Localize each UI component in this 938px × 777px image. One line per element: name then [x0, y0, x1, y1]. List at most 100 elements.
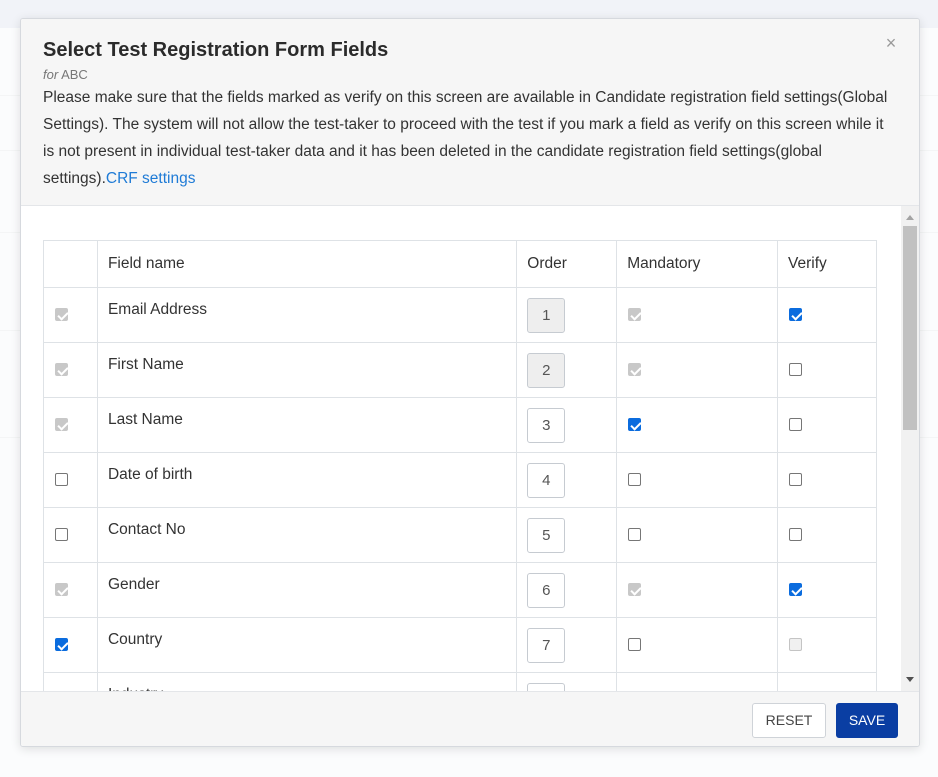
modal-description: Please make sure that the fields marked … [43, 84, 899, 192]
order-input[interactable]: 5 [527, 517, 566, 553]
mandatory-cell [616, 507, 779, 563]
order-input[interactable]: 8 [527, 682, 566, 691]
select-cell [43, 672, 98, 691]
select-checkbox [55, 308, 68, 322]
verify-checkbox[interactable] [789, 418, 803, 432]
order-input[interactable]: 6 [527, 572, 566, 608]
registration-fields-modal: Select Test Registration Form Fields × f… [20, 18, 920, 747]
field-name-cell: Date of birth [96, 452, 518, 508]
field-name-cell: Gender [96, 562, 518, 618]
select-cell [43, 287, 98, 343]
verify-checkbox[interactable] [789, 363, 803, 377]
header-verify: Verify [777, 240, 877, 288]
header-order: Order [516, 240, 618, 288]
scrollbar-thumb[interactable] [903, 226, 917, 430]
field-name: Email Address [107, 301, 208, 318]
mandatory-cell [616, 452, 779, 508]
modal-subtitle: for ABC [43, 67, 899, 83]
field-name: Contact No [107, 521, 186, 538]
select-cell [43, 342, 98, 398]
save-button[interactable]: SAVE [836, 703, 898, 738]
field-name-cell: Industry [96, 672, 518, 691]
field-name-cell: Email Address [96, 287, 518, 343]
mandatory-checkbox [628, 363, 642, 377]
mandatory-checkbox[interactable] [628, 418, 642, 432]
order-cell: 6 [516, 562, 618, 618]
order-input[interactable]: 7 [527, 627, 566, 663]
select-checkbox [55, 363, 68, 377]
table-row: Country 7 [43, 617, 877, 673]
modal-footer: RESET SAVE [21, 691, 919, 746]
order-cell: 5 [516, 507, 618, 563]
order-input: 2 [527, 352, 566, 388]
select-checkbox [55, 418, 68, 432]
modal-title: Select Test Registration Form Fields [43, 39, 389, 61]
field-name: Country [107, 631, 163, 648]
table-row: Email Address 1 [43, 287, 877, 343]
subtitle-name: ABC [61, 67, 88, 82]
field-name: Last Name [107, 411, 183, 428]
select-cell [43, 397, 98, 453]
table-row: Gender 6 [43, 562, 877, 618]
order-input[interactable]: 4 [527, 462, 566, 498]
select-checkbox[interactable] [55, 473, 68, 487]
select-checkbox[interactable] [55, 528, 68, 542]
table-header-row: Field name Order Mandatory Verify [43, 240, 877, 288]
table-row: First Name 2 [43, 342, 877, 398]
mandatory-cell [616, 672, 779, 691]
field-name-cell: Last Name [96, 397, 518, 453]
verify-checkbox[interactable] [789, 308, 803, 322]
header-field-name: Field name [96, 240, 518, 288]
mandatory-cell [616, 562, 779, 618]
close-icon[interactable]: × [883, 33, 899, 53]
order-cell: 3 [516, 397, 618, 453]
verify-cell [777, 397, 877, 453]
subtitle-prefix: for [43, 67, 59, 82]
table-row: Date of birth 4 [43, 452, 877, 508]
order-cell: 2 [516, 342, 618, 398]
table-row: Industry 8 [43, 672, 877, 691]
mandatory-cell [616, 617, 779, 673]
mandatory-checkbox[interactable] [628, 528, 642, 542]
header-mandatory: Mandatory [616, 240, 779, 288]
header-select [43, 240, 98, 288]
order-cell: 1 [516, 287, 618, 343]
scrollbar[interactable] [901, 206, 919, 691]
mandatory-checkbox [628, 308, 642, 322]
field-name-cell: First Name [96, 342, 518, 398]
select-cell [43, 452, 98, 508]
verify-cell [777, 342, 877, 398]
order-cell: 7 [516, 617, 618, 673]
verify-checkbox[interactable] [789, 583, 803, 597]
select-cell [43, 507, 98, 563]
order-input: 1 [527, 297, 566, 333]
crf-settings-link[interactable]: CRF settings [106, 170, 196, 187]
order-cell: 4 [516, 452, 618, 508]
verify-cell [777, 507, 877, 563]
field-name: First Name [107, 356, 184, 373]
chevron-up-icon[interactable] [906, 215, 914, 220]
verify-cell [777, 287, 877, 343]
modal-body[interactable]: Field name Order Mandatory Verify Email … [21, 206, 919, 691]
verify-cell [777, 672, 877, 691]
mandatory-cell [616, 342, 779, 398]
reset-button[interactable]: RESET [752, 703, 826, 738]
verify-cell [777, 452, 877, 508]
mandatory-cell [616, 397, 779, 453]
mandatory-cell [616, 287, 779, 343]
select-checkbox[interactable] [55, 638, 68, 652]
mandatory-checkbox[interactable] [628, 638, 642, 652]
order-input[interactable]: 3 [527, 407, 566, 443]
table-body: Email Address 1 First Name 2 Last Name 3 Date … [43, 287, 877, 691]
mandatory-checkbox[interactable] [628, 473, 642, 487]
field-name: Gender [107, 576, 160, 593]
select-cell [43, 617, 98, 673]
verify-cell [777, 617, 877, 673]
mandatory-checkbox [628, 583, 642, 597]
verify-checkbox [789, 638, 803, 652]
chevron-down-icon[interactable] [906, 677, 914, 682]
verify-checkbox[interactable] [789, 528, 803, 542]
verify-checkbox[interactable] [789, 473, 803, 487]
table-row: Contact No 5 [43, 507, 877, 563]
verify-cell [777, 562, 877, 618]
